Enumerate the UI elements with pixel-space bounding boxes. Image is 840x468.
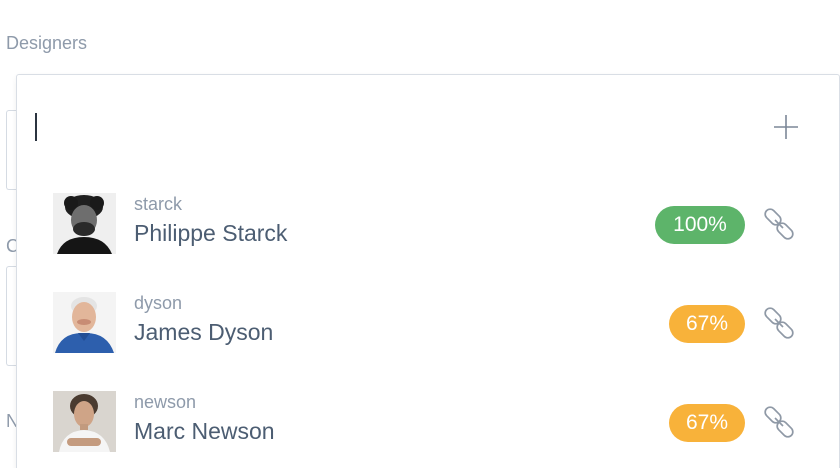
plus-icon[interactable]	[772, 113, 800, 141]
designer-option-starck[interactable]: starck Philippe Starck 100%	[17, 175, 839, 274]
designer-name: Philippe Starck	[134, 220, 288, 246]
results-list: starck Philippe Starck 100% dyson James …	[17, 175, 839, 468]
page: Designers C N starck Philippe Starck 100…	[0, 0, 840, 468]
link-icon[interactable]	[762, 405, 796, 439]
designer-dropdown: starck Philippe Starck 100% dyson James …	[16, 74, 840, 468]
designer-username: newson	[134, 392, 197, 412]
designers-label: Designers	[6, 33, 88, 53]
designer-name: Marc Newson	[134, 418, 275, 444]
avatar	[53, 391, 116, 452]
designer-name: James Dyson	[134, 319, 274, 345]
designer-search-input[interactable]	[41, 107, 745, 149]
search-row	[17, 75, 839, 175]
designer-option-dyson[interactable]: dyson James Dyson 67%	[17, 274, 839, 373]
link-icon[interactable]	[762, 306, 796, 340]
match-badge: 67%	[669, 305, 745, 343]
link-icon[interactable]	[762, 207, 796, 241]
match-badge: 67%	[669, 404, 745, 442]
avatar	[53, 193, 116, 254]
designer-option-newson[interactable]: newson Marc Newson 67%	[17, 373, 839, 468]
avatar	[53, 292, 116, 353]
designer-username: starck	[134, 194, 183, 214]
match-badge: 100%	[655, 206, 745, 244]
text-caret	[35, 113, 37, 141]
designer-username: dyson	[134, 293, 183, 313]
